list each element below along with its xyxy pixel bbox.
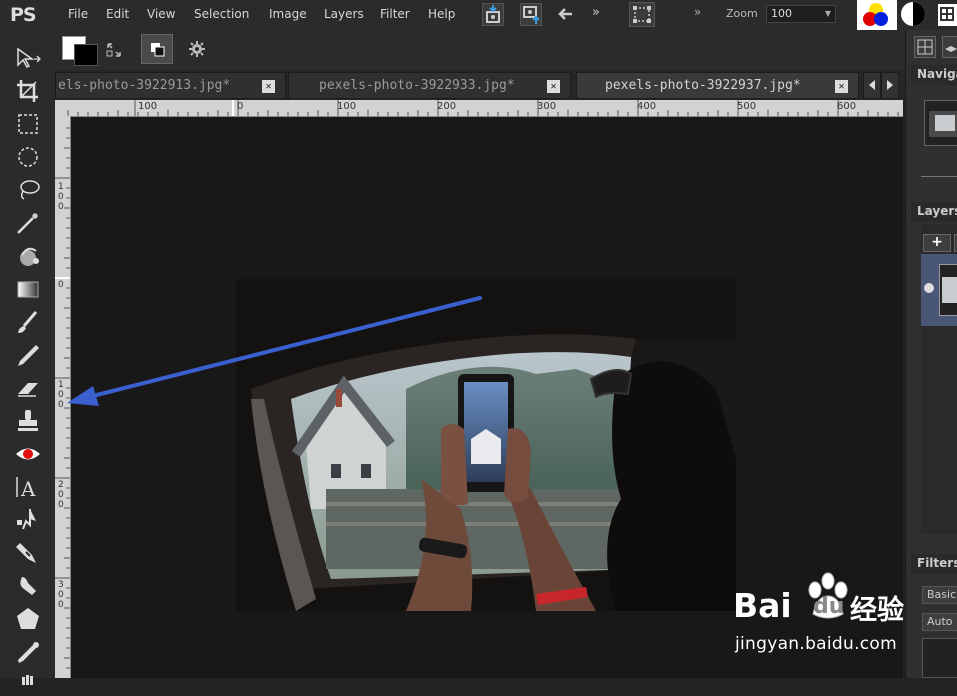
ruler-label: 0 (237, 101, 244, 112)
panel-header-filters[interactable]: Filters (911, 554, 957, 574)
baidu-watermark: Bai du 经验 jingyan.baidu.com (733, 572, 923, 662)
gear-icon[interactable] (188, 40, 206, 62)
annotation-arrow (67, 296, 482, 406)
hand-tool-icon[interactable] (14, 670, 42, 696)
menu-file[interactable]: File (68, 7, 88, 21)
background-color-swatch[interactable] (74, 44, 98, 66)
close-icon[interactable]: ✕ (835, 80, 848, 93)
menu-help[interactable]: Help (428, 7, 455, 21)
panel-grid-icon[interactable] (914, 36, 936, 58)
tab-document-1[interactable]: els-photo-3922913.jpg* ✕ (55, 72, 286, 99)
text-tool-icon[interactable]: A (14, 474, 42, 501)
save-up-icon[interactable] (520, 3, 542, 26)
layer-thumbnail (939, 264, 957, 316)
tab-label: pexels-photo-3922933.jpg* (319, 78, 515, 93)
ruler-label: 100 (138, 101, 158, 112)
options-bar (0, 30, 905, 71)
menu-image[interactable]: Image (269, 7, 307, 21)
ellipse-select-tool-icon[interactable] (14, 144, 42, 170)
chevron-down-icon: ▼ (824, 9, 831, 18)
grid-adjust-icon[interactable] (938, 4, 957, 26)
ruler-label: 100 (337, 101, 357, 112)
ruler-label: 1 0 0 (58, 182, 64, 212)
tab-scroll-left-icon[interactable] (863, 72, 881, 99)
shape-tool-icon[interactable] (14, 606, 42, 632)
horizontal-ruler: 100 0 100 200 300 400 500 600 (55, 100, 903, 117)
ruler-label: 0 (58, 280, 64, 290)
more-chevron-icon[interactable]: » (694, 5, 701, 19)
svg-text:A: A (20, 477, 36, 500)
tab-label: els-photo-3922913.jpg* (58, 78, 231, 93)
filter-basic-button[interactable]: Basic (922, 586, 957, 604)
ruler-label: 400 (637, 101, 657, 112)
ruler-label: 500 (737, 101, 757, 112)
swap-colors-icon[interactable] (106, 42, 122, 62)
close-icon[interactable]: ✕ (547, 80, 560, 93)
menu-layers[interactable]: Layers (324, 7, 364, 21)
tab-document-2[interactable]: pexels-photo-3922933.jpg* ✕ (288, 72, 571, 99)
watermark-url: jingyan.baidu.com (735, 634, 897, 654)
watermark-cn: 经验 (850, 595, 904, 626)
document-tabs: els-photo-3922913.jpg* ✕ pexels-photo-39… (55, 70, 905, 100)
panel-header-layers[interactable]: Layers (911, 202, 957, 222)
eraser-tool-icon[interactable] (14, 375, 42, 401)
pencil-tool-icon[interactable] (14, 342, 42, 368)
color-adjust-icon[interactable] (857, 0, 897, 30)
panel-header-navigator[interactable]: Navigator (911, 65, 957, 85)
rect-select-tool-icon[interactable] (14, 111, 42, 137)
navigator-zoom-slider[interactable] (921, 176, 957, 177)
tools-panel: A (0, 40, 55, 685)
zoom-label: Zoom (726, 7, 758, 20)
smudge-tool-icon[interactable] (14, 573, 42, 599)
close-icon[interactable]: ✕ (262, 80, 275, 93)
red-eye-tool-icon[interactable] (14, 441, 42, 467)
paint-bucket-tool-icon[interactable] (14, 243, 42, 269)
ruler-ticks (67, 100, 899, 116)
ruler-label: 3 0 0 (58, 580, 64, 610)
menu-selection[interactable]: Selection (194, 7, 249, 21)
ruler-label: 300 (537, 101, 557, 112)
tab-scroll-right-icon[interactable] (881, 72, 899, 99)
ruler-label: 200 (437, 101, 457, 112)
ruler-label: 600 (837, 101, 857, 112)
default-colors-button[interactable] (141, 34, 173, 64)
zoom-value: 100 (771, 7, 792, 20)
menu-edit[interactable]: Edit (106, 7, 129, 21)
menu-bar: PS File Edit View Selection Image Layers… (0, 0, 957, 30)
eyedropper-tool-icon[interactable] (14, 639, 42, 665)
panel-layers-icon[interactable] (942, 36, 957, 58)
magic-wand-tool-icon[interactable] (14, 210, 42, 236)
app-logo: PS (10, 4, 37, 26)
filter-preview-thumbnail[interactable] (922, 638, 957, 678)
transform-select-icon[interactable] (629, 2, 655, 27)
gradient-tool-icon[interactable] (14, 276, 42, 302)
move-tool-icon[interactable] (14, 45, 42, 71)
watermark-brand: Bai (733, 586, 792, 625)
menu-view[interactable]: View (147, 7, 175, 21)
eye-icon[interactable] (924, 283, 934, 293)
save-down-icon[interactable] (482, 3, 504, 26)
menu-filter[interactable]: Filter (380, 7, 410, 21)
ruler-label: 2 0 0 (58, 480, 64, 510)
path-select-tool-icon[interactable] (14, 507, 42, 533)
navigator-thumbnail[interactable] (924, 100, 957, 146)
filter-auto-button[interactable]: Auto (922, 613, 957, 631)
tab-document-3[interactable]: pexels-photo-3922937.jpg* ✕ (576, 72, 859, 99)
crop-tool-icon[interactable] (14, 78, 42, 104)
clone-stamp-tool-icon[interactable] (14, 408, 42, 434)
lasso-tool-icon[interactable] (14, 177, 42, 203)
add-layer-button[interactable]: + (923, 234, 951, 252)
tab-label: pexels-photo-3922937.jpg* (605, 78, 801, 93)
layer-row[interactable] (921, 254, 957, 326)
watermark-brand-2: du (813, 594, 845, 619)
more-chevron-icon[interactable]: » (592, 5, 600, 20)
brush-tool-icon[interactable] (14, 309, 42, 335)
zoom-select[interactable]: 100 ▼ (766, 5, 836, 23)
contrast-icon[interactable] (898, 0, 928, 30)
pen-tool-icon[interactable] (14, 540, 42, 566)
undo-arrow-icon[interactable] (557, 6, 573, 25)
